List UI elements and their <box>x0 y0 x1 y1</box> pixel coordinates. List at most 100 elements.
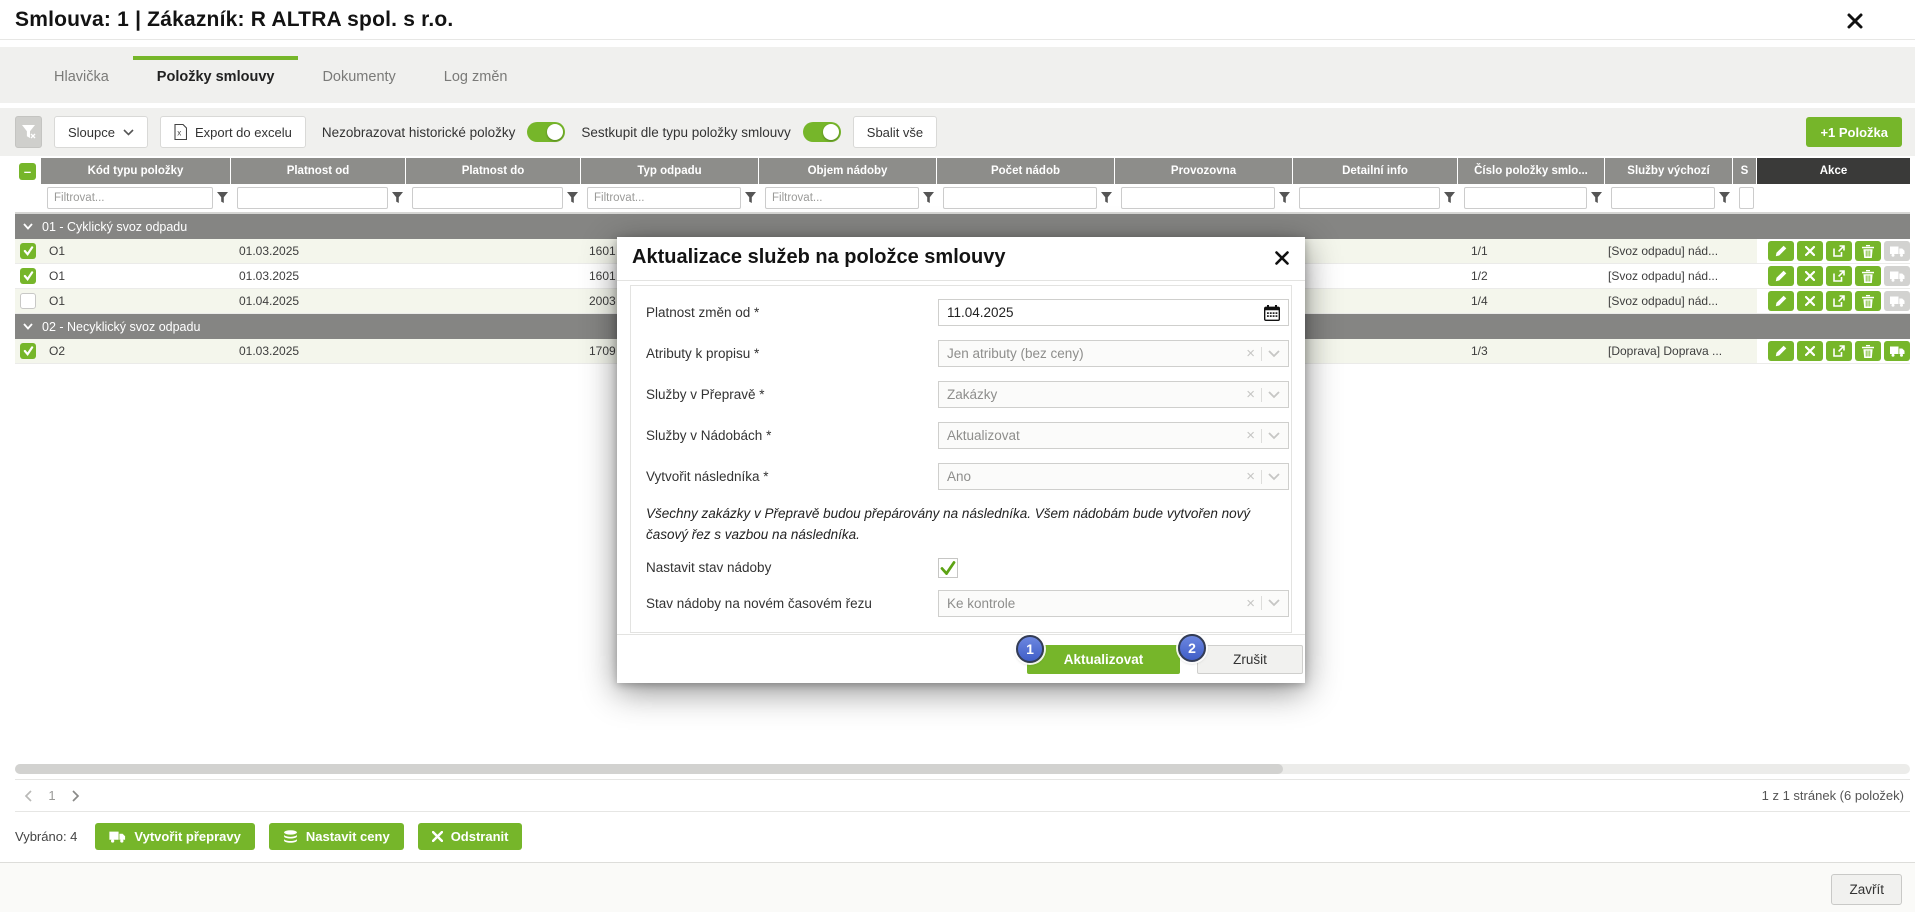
filter-funnel-icon[interactable] <box>1444 192 1455 204</box>
date-input-platnost-zmen-od[interactable]: 11.04.2025 <box>938 299 1289 326</box>
select-stav-nadoby[interactable]: Ke kontrole × <box>938 589 1289 617</box>
close-dialog-button[interactable]: Zavřít <box>1831 874 1902 905</box>
open-row-button[interactable] <box>1826 266 1852 286</box>
chevron-down-icon[interactable] <box>1268 431 1280 440</box>
tab-polozky-smlouvy[interactable]: Položky smlouvy <box>132 47 299 103</box>
select-sluzby-v-preprave[interactable]: Zakázky × <box>938 381 1289 408</box>
column-filter-input[interactable] <box>943 187 1097 209</box>
tab-log-zmen[interactable]: Log změn <box>420 47 532 103</box>
filter-funnel-icon[interactable] <box>217 192 228 204</box>
cancel-row-button[interactable] <box>1797 241 1823 261</box>
column-filter-input[interactable] <box>237 187 388 209</box>
select-atributy-k-propisu[interactable]: Jen atributy (bez ceny) × <box>938 340 1289 367</box>
column-header[interactable]: Detailní info <box>1293 158 1458 184</box>
cancel-button[interactable]: Zrušit <box>1197 645 1303 674</box>
column-header[interactable]: Počet nádob <box>937 158 1115 184</box>
select-vytvorit-naslednika[interactable]: Ano × <box>938 463 1289 490</box>
row-checkbox[interactable] <box>20 343 36 359</box>
update-button[interactable]: Aktualizovat <box>1027 645 1180 674</box>
filter-funnel-icon[interactable] <box>923 192 934 204</box>
row-checkbox[interactable] <box>20 243 36 259</box>
toggle-hide-historical[interactable] <box>527 122 566 142</box>
select-sluzby-v-nadobach[interactable]: Aktualizovat × <box>938 422 1289 449</box>
column-filter-input[interactable] <box>47 187 213 209</box>
row-checkbox[interactable] <box>20 268 36 284</box>
open-row-button[interactable] <box>1826 241 1852 261</box>
column-filter-input[interactable] <box>412 187 563 209</box>
clear-selection-icon[interactable]: × <box>1246 596 1255 611</box>
clear-selection-icon[interactable]: × <box>1246 428 1255 443</box>
transport-row-button[interactable] <box>1884 241 1910 261</box>
window-close-icon[interactable] <box>1845 11 1865 31</box>
edit-row-button[interactable] <box>1768 341 1794 361</box>
filter-funnel-icon[interactable] <box>1591 192 1602 204</box>
delete-row-button[interactable] <box>1855 241 1881 261</box>
filter-funnel-icon[interactable] <box>745 192 756 204</box>
filter-funnel-icon[interactable] <box>1101 192 1112 204</box>
column-filter-input[interactable] <box>1611 187 1715 209</box>
column-filter-input[interactable] <box>587 187 741 209</box>
column-header[interactable]: Akce <box>1757 158 1910 184</box>
add-item-button[interactable]: +1 Položka <box>1806 117 1902 147</box>
chevron-down-icon[interactable] <box>1268 349 1280 358</box>
chevron-down-icon[interactable] <box>1268 390 1280 399</box>
remove-button[interactable]: Odstranit <box>417 822 523 850</box>
delete-row-button[interactable] <box>1855 341 1881 361</box>
clear-selection-icon[interactable]: × <box>1246 469 1255 484</box>
set-prices-button[interactable]: Nastavit ceny <box>268 822 404 850</box>
modal-close-icon[interactable] <box>1274 250 1290 266</box>
column-filter-input[interactable] <box>1464 187 1587 209</box>
column-header[interactable]: Platnost od <box>231 158 406 184</box>
export-excel-button[interactable]: x Export do excelu <box>159 116 306 148</box>
filter-funnel-icon[interactable] <box>1719 192 1730 204</box>
calendar-icon[interactable] <box>1264 304 1280 321</box>
chevron-down-icon[interactable] <box>1268 472 1280 481</box>
horizontal-scrollbar-track[interactable] <box>15 764 1910 774</box>
chevron-down-icon[interactable] <box>1268 599 1280 607</box>
edit-row-button[interactable] <box>1768 266 1794 286</box>
row-checkbox[interactable] <box>20 293 36 309</box>
transport-row-button[interactable] <box>1884 266 1910 286</box>
column-header[interactable]: Služby výchozí <box>1605 158 1733 184</box>
filter-funnel-icon[interactable] <box>567 192 578 204</box>
column-header-select[interactable]: – <box>15 158 41 184</box>
delete-row-button[interactable] <box>1855 291 1881 311</box>
column-header[interactable]: Číslo položky smlo... <box>1458 158 1605 184</box>
column-header[interactable]: Platnost do <box>406 158 581 184</box>
column-header[interactable]: Kód typu položky <box>41 158 231 184</box>
column-filter-input[interactable] <box>1121 187 1275 209</box>
toggle-group-by-type[interactable] <box>802 122 841 142</box>
cancel-row-button[interactable] <box>1797 266 1823 286</box>
delete-row-button[interactable] <box>1855 266 1881 286</box>
column-filter-input[interactable] <box>1739 187 1754 209</box>
pagination-next-button[interactable] <box>63 789 89 802</box>
create-transports-button[interactable]: Vytvořit přepravy <box>95 822 255 850</box>
transport-row-button[interactable] <box>1884 291 1910 311</box>
clear-selection-icon[interactable]: × <box>1246 346 1255 361</box>
column-header[interactable]: Typ odpadu <box>581 158 759 184</box>
tab-dokumenty[interactable]: Dokumenty <box>298 47 419 103</box>
pagination-current-page[interactable]: 1 <box>41 788 63 803</box>
select-all-checkbox[interactable]: – <box>19 162 36 180</box>
open-row-button[interactable] <box>1826 341 1852 361</box>
filter-funnel-icon[interactable] <box>392 192 403 204</box>
collapse-all-button[interactable]: Sbalit vše <box>852 116 938 148</box>
columns-button[interactable]: Sloupce <box>54 116 148 148</box>
edit-row-button[interactable] <box>1768 241 1794 261</box>
transport-row-button[interactable] <box>1884 341 1910 361</box>
cancel-row-button[interactable] <box>1797 341 1823 361</box>
checkbox-nastavit-stav-nadoby[interactable] <box>938 557 958 578</box>
column-filter-input[interactable] <box>1299 187 1440 209</box>
pagination-prev-button[interactable] <box>15 789 41 802</box>
filter-funnel-icon[interactable] <box>1279 192 1290 204</box>
tab-hlavicka[interactable]: Hlavička <box>30 47 133 103</box>
column-filter-input[interactable] <box>765 187 919 209</box>
group-row[interactable]: 01 - Cyklický svoz odpadu <box>15 214 1910 239</box>
column-header[interactable]: S <box>1733 158 1757 184</box>
edit-row-button[interactable] <box>1768 291 1794 311</box>
column-header[interactable]: Objem nádoby <box>759 158 937 184</box>
column-header[interactable]: Provozovna <box>1115 158 1293 184</box>
cancel-row-button[interactable] <box>1797 291 1823 311</box>
clear-selection-icon[interactable]: × <box>1246 387 1255 402</box>
horizontal-scrollbar-thumb[interactable] <box>15 764 1283 774</box>
